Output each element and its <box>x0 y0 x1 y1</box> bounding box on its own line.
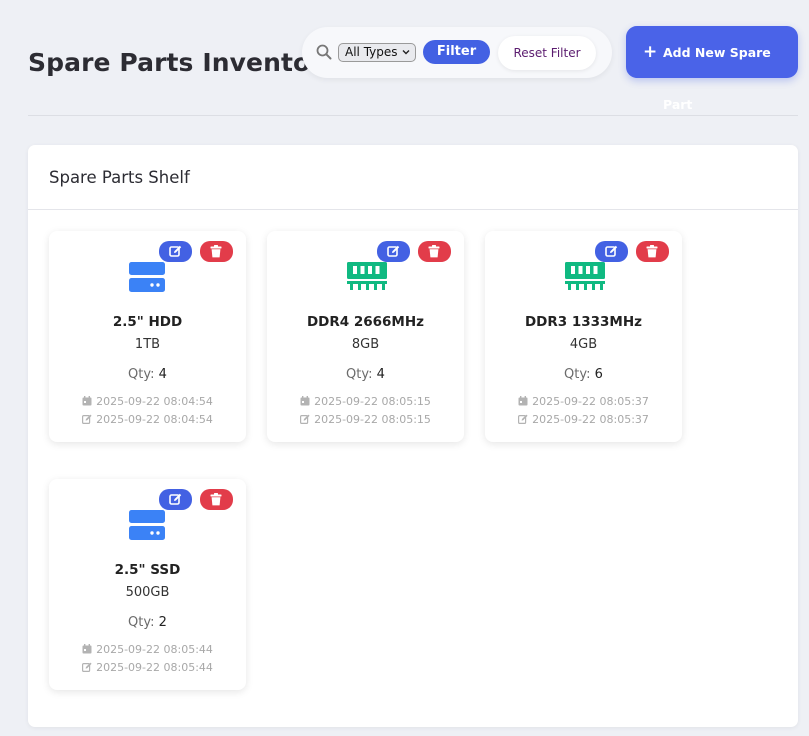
qty-label: Qty: <box>128 367 155 382</box>
edit-date-icon <box>518 413 532 426</box>
search-icon <box>316 44 332 60</box>
delete-button[interactable] <box>636 241 669 262</box>
qty-label: Qty: <box>346 367 373 382</box>
created-date-value: 2025-09-22 08:05:44 <box>96 643 213 656</box>
filter-bar: All Types Filter Reset Filter <box>302 27 612 78</box>
hdd-icon <box>128 261 166 297</box>
plus-icon: + <box>643 42 658 62</box>
type-select-value: All Types <box>345 45 398 59</box>
calendar-icon <box>300 395 314 408</box>
qty-value: 4 <box>376 367 385 382</box>
part-quantity: Qty: 4 <box>49 367 246 382</box>
created-date: 2025-09-22 08:05:15 <box>267 395 464 408</box>
page-header: Spare Parts Inventory All Types Filter R… <box>0 0 809 116</box>
part-card: 2.5" HDD 1TB Qty: 4 2025-09-22 08:04:54 2025… <box>49 231 246 442</box>
part-card: DDR3 1333MHz 4GB Qty: 6 2025-09-22 08:05:37… <box>485 231 682 442</box>
edit-button[interactable] <box>377 241 410 262</box>
chevron-down-icon <box>402 50 410 55</box>
hdd-icon <box>128 509 166 545</box>
created-date-value: 2025-09-22 08:05:37 <box>532 395 649 408</box>
filter-button[interactable]: Filter <box>423 40 490 64</box>
shelf-title: Spare Parts Shelf <box>49 168 190 187</box>
edit-button[interactable] <box>159 241 192 262</box>
qty-label: Qty: <box>564 367 591 382</box>
calendar-icon <box>518 395 532 408</box>
edit-button[interactable] <box>159 489 192 510</box>
header-divider <box>28 115 798 116</box>
add-spare-part-button[interactable]: + Add New Spare Part <box>626 26 798 112</box>
updated-date-value: 2025-09-22 08:05:37 <box>532 413 649 426</box>
spare-parts-shelf: Spare Parts Shelf 2.5" HDD 1TB Qty: 4 2025-… <box>28 145 798 727</box>
created-date: 2025-09-22 08:04:54 <box>49 395 246 408</box>
delete-button[interactable] <box>418 241 451 262</box>
part-quantity: Qty: 6 <box>485 367 682 382</box>
updated-date: 2025-09-22 08:05:37 <box>485 413 682 426</box>
part-quantity: Qty: 2 <box>49 615 246 630</box>
qty-value: 2 <box>158 615 167 630</box>
reset-filter-button[interactable]: Reset Filter <box>498 36 596 70</box>
part-capacity: 500GB <box>125 585 170 600</box>
part-name: DDR3 1333MHz <box>524 314 643 330</box>
part-capacity: 1TB <box>134 337 161 352</box>
qty-value: 6 <box>594 367 603 382</box>
part-name: 2.5" SSD <box>114 562 181 578</box>
calendar-icon <box>82 643 96 656</box>
edit-date-icon <box>82 661 96 674</box>
memory-icon <box>564 261 606 295</box>
part-card: DDR4 2666MHz 8GB Qty: 4 2025-09-22 08:05:15… <box>267 231 464 442</box>
updated-date-value: 2025-09-22 08:04:54 <box>96 413 213 426</box>
delete-button[interactable] <box>200 489 233 510</box>
created-date: 2025-09-22 08:05:44 <box>49 643 246 656</box>
updated-date: 2025-09-22 08:04:54 <box>49 413 246 426</box>
qty-label: Qty: <box>128 615 155 630</box>
created-date-value: 2025-09-22 08:05:15 <box>314 395 431 408</box>
edit-button[interactable] <box>595 241 628 262</box>
part-card: 2.5" SSD 500GB Qty: 2 2025-09-22 08:05:44 20… <box>49 479 246 690</box>
part-capacity: 4GB <box>569 337 598 352</box>
part-name: 2.5" HDD <box>112 314 183 330</box>
created-date-value: 2025-09-22 08:04:54 <box>96 395 213 408</box>
updated-date: 2025-09-22 08:05:15 <box>267 413 464 426</box>
part-quantity: Qty: 4 <box>267 367 464 382</box>
created-date: 2025-09-22 08:05:37 <box>485 395 682 408</box>
page-title: Spare Parts Inventory <box>28 48 340 77</box>
part-capacity: 8GB <box>351 337 380 352</box>
updated-date: 2025-09-22 08:05:44 <box>49 661 246 674</box>
calendar-icon <box>82 395 96 408</box>
type-select[interactable]: All Types <box>338 43 416 62</box>
shelf-divider <box>28 209 798 210</box>
updated-date-value: 2025-09-22 08:05:44 <box>96 661 213 674</box>
edit-date-icon <box>82 413 96 426</box>
qty-value: 4 <box>158 367 167 382</box>
updated-date-value: 2025-09-22 08:05:15 <box>314 413 431 426</box>
edit-date-icon <box>300 413 314 426</box>
delete-button[interactable] <box>200 241 233 262</box>
part-name: DDR4 2666MHz <box>306 314 425 330</box>
memory-icon <box>346 261 388 295</box>
